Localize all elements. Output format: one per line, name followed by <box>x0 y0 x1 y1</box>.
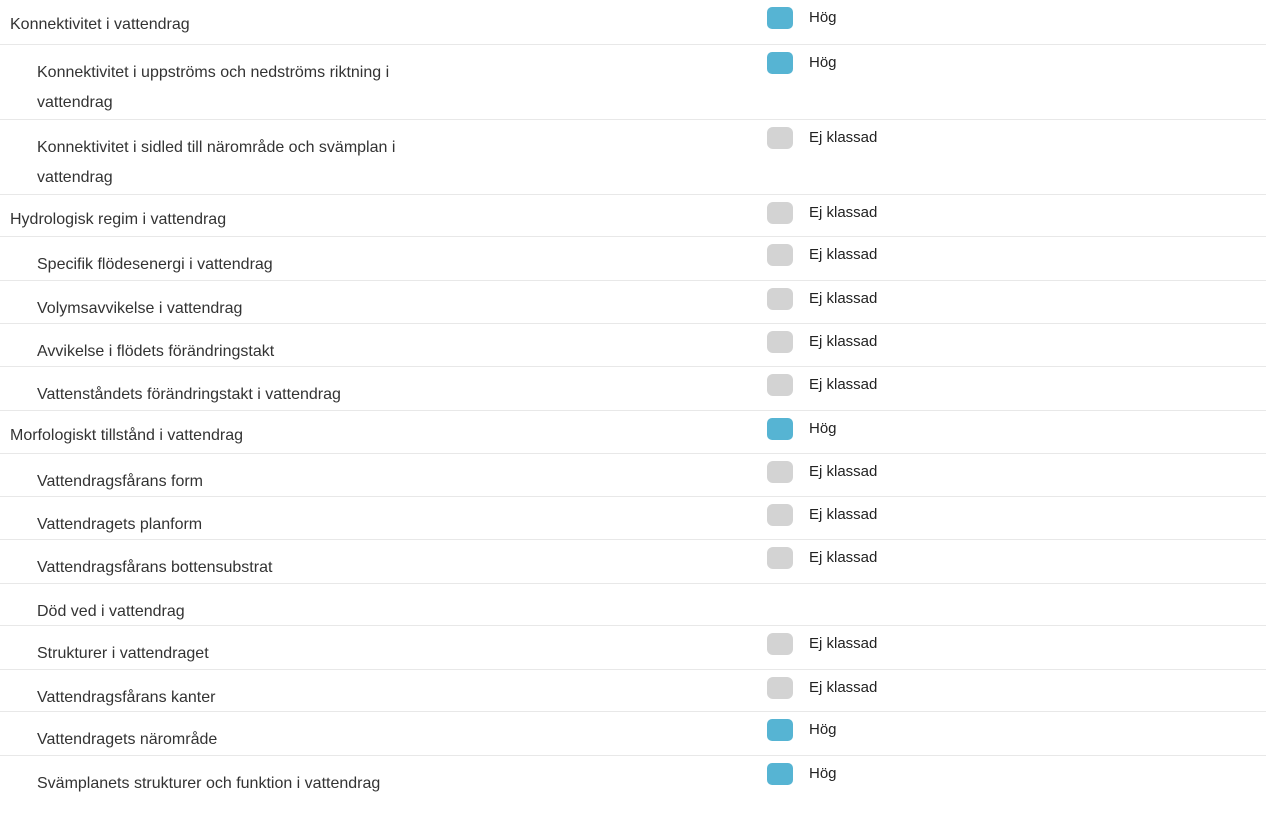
parameter-label: Strukturer i vattendraget <box>37 645 209 662</box>
status-badge: Hög <box>767 418 837 440</box>
status-badge: Ej klassad <box>767 461 877 483</box>
parameter-label: Avvikelse i flödets förändringstakt <box>37 343 275 360</box>
quality-factor-label: Konnektivitet i vattendrag <box>10 16 190 33</box>
table-row: Vattendragets närområde Hög <box>0 712 1266 756</box>
table-row: Vattenståndets förändringstakt i vattend… <box>0 367 1266 411</box>
status-badge: Ej klassad <box>767 504 877 526</box>
table-row: Hydrologisk regim i vattendrag Ej klassad <box>0 195 1266 237</box>
table-row: Konnektivitet i vattendrag Hög <box>0 0 1266 45</box>
status-badge: Ej klassad <box>767 127 877 149</box>
table-row: Specifik flödesenergi i vattendrag Ej kla… <box>0 237 1266 281</box>
parameter-label: Konnektivitet i sidled till närområde oc… <box>37 139 396 186</box>
quality-factor-label: Hydrologisk regim i vattendrag <box>10 211 227 228</box>
table-row: Vattendragsfårans bottensubstrat Ej klass… <box>0 540 1266 584</box>
table-row: Vattendragsfårans form Ej klassad <box>0 454 1266 497</box>
status-text: Hög <box>809 420 837 437</box>
status-color-swatch <box>767 374 793 396</box>
parameter-label: Vattendragets planform <box>37 516 203 533</box>
table-row: Svämplanets strukturer och funktion i va… <box>0 756 1266 840</box>
status-text: Ej klassad <box>809 290 878 307</box>
table-row: Konnektivitet i sidled till närområde oc… <box>0 120 1266 195</box>
status-badge: Ej klassad <box>767 547 877 569</box>
status-color-swatch <box>767 418 793 440</box>
status-color-swatch <box>767 504 793 526</box>
status-badge: Ej klassad <box>767 677 877 699</box>
table-row: Konnektivitet i uppströms och nedströms … <box>0 45 1266 120</box>
status-color-swatch <box>767 331 793 353</box>
table-row: Strukturer i vattendraget Ej klassad <box>0 626 1266 670</box>
status-text: Ej klassad <box>809 376 878 393</box>
status-badge: Ej klassad <box>767 331 877 353</box>
status-text: Hög <box>809 765 837 782</box>
quality-factor-label: Morfologiskt tillstånd i vattendrag <box>10 427 243 444</box>
status-badge: Hög <box>767 52 837 74</box>
status-badge: Ej klassad <box>767 374 877 396</box>
status-badge: Hög <box>767 763 837 785</box>
status-badge: Hög <box>767 7 837 29</box>
table-row: Vattendragets planform Ej klassad <box>0 497 1266 540</box>
status-text: Ej klassad <box>809 463 878 480</box>
table-row: Morfologiskt tillstånd i vattendrag Hög <box>0 411 1266 454</box>
status-color-swatch <box>767 288 793 310</box>
status-text: Hög <box>809 9 837 26</box>
status-badge: Ej klassad <box>767 244 877 266</box>
parameter-label: Vattenståndets förändringstakt i vattend… <box>37 386 341 403</box>
status-text: Ej klassad <box>809 549 878 566</box>
status-color-swatch <box>767 763 793 785</box>
status-color-swatch <box>767 7 793 29</box>
status-color-swatch <box>767 127 793 149</box>
status-badge: Ej klassad <box>767 633 877 655</box>
parameter-label: Vattendragsfårans form <box>37 473 204 490</box>
status-text: Ej klassad <box>809 679 878 696</box>
parameter-label: Vattendragets närområde <box>37 731 218 748</box>
quality-factor-list: Konnektivitet i vattendrag Hög Konnektivit… <box>0 0 1266 840</box>
status-text: Ej klassad <box>809 204 878 221</box>
status-badge: Hög <box>767 719 837 741</box>
table-row: Vattendragsfårans kanter Ej klassad <box>0 670 1266 712</box>
status-color-swatch <box>767 719 793 741</box>
table-row: Avvikelse i flödets förändringstakt Ej kl… <box>0 324 1266 367</box>
status-text: Hög <box>809 721 837 738</box>
parameter-label: Konnektivitet i uppströms och nedströms … <box>37 64 390 111</box>
status-color-swatch <box>767 244 793 266</box>
parameter-label: Vattendragsfårans bottensubstrat <box>37 559 273 576</box>
status-color-swatch <box>767 52 793 74</box>
table-row: Volymsavvikelse i vattendrag Ej klassad <box>0 281 1266 324</box>
parameter-label: Vattendragsfårans kanter <box>37 689 216 706</box>
status-text: Ej klassad <box>809 333 878 350</box>
table-row: Död ved i vattendrag <box>0 584 1266 626</box>
status-color-swatch <box>767 633 793 655</box>
parameter-label: Specifik flödesenergi i vattendrag <box>37 256 273 273</box>
status-badge: Ej klassad <box>767 202 877 224</box>
status-badge: Ej klassad <box>767 288 877 310</box>
status-color-swatch <box>767 461 793 483</box>
status-color-swatch <box>767 547 793 569</box>
status-color-swatch <box>767 202 793 224</box>
status-color-swatch <box>767 677 793 699</box>
parameter-label: Svämplanets strukturer och funktion i va… <box>37 775 381 792</box>
parameter-label: Volymsavvikelse i vattendrag <box>37 300 243 317</box>
status-text: Ej klassad <box>809 506 878 523</box>
status-text: Ej klassad <box>809 635 878 652</box>
status-text: Hög <box>809 54 837 71</box>
status-text: Ej klassad <box>809 246 878 263</box>
parameter-label: Död ved i vattendrag <box>37 603 185 620</box>
status-text: Ej klassad <box>809 129 878 146</box>
